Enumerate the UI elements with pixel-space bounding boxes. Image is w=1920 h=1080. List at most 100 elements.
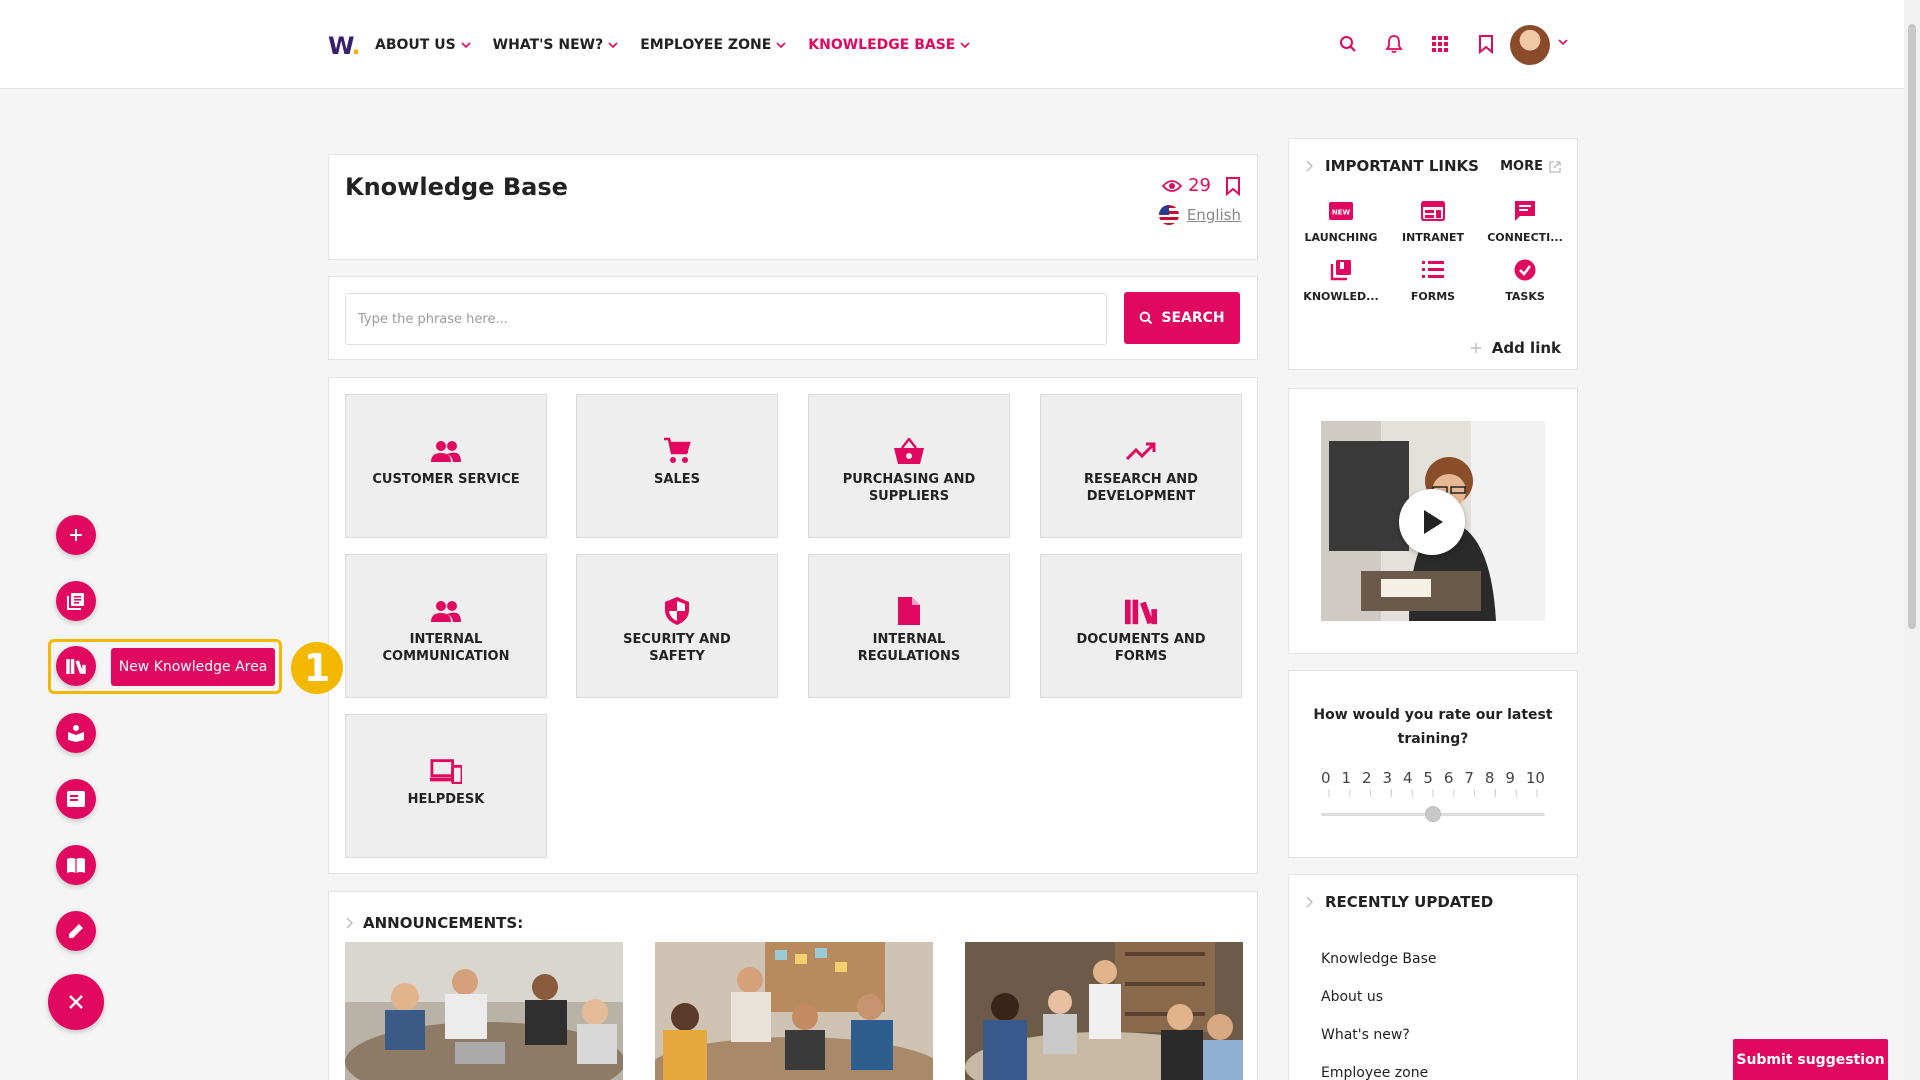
new-page-button[interactable] [56,779,96,819]
area-tile-customer-service[interactable]: CUSTOMER SERVICE [345,394,547,538]
reading-person-icon [68,725,84,742]
new-article-button[interactable] [56,581,96,621]
link-intranet[interactable]: INTRANET [1387,199,1479,244]
bookmark-icon[interactable] [1463,30,1509,58]
announcement-image[interactable] [345,942,623,1080]
search-button-label: SEARCH [1161,310,1225,326]
area-tile-documents-and-forms[interactable]: DOCUMENTS AND FORMS [1040,554,1242,698]
rating-option[interactable]: 2 [1362,769,1372,787]
poll-panel: How would you rate our latest training? … [1288,670,1578,858]
new-training-button[interactable] [56,713,96,753]
plus-icon [70,529,82,541]
list-item[interactable]: About us [1321,989,1437,1027]
important-links-header: IMPORTANT LINKS [1305,157,1479,175]
bookmark-icon[interactable] [1225,176,1241,196]
trending-up-icon [1125,437,1157,465]
area-tile-internal-communication[interactable]: INTERNAL COMMUNICATION [345,554,547,698]
new-book-button[interactable] [56,845,96,885]
rating-option[interactable]: 7 [1464,769,1474,787]
area-tile-label: INTERNAL COMMUNICATION [382,632,510,664]
nav-knowledge-base[interactable]: KNOWLEDGE BASE [808,37,970,53]
bell-icon[interactable] [1371,30,1417,58]
nav-employee-zone[interactable]: EMPLOYEE ZONE [640,37,786,53]
play-button[interactable] [1399,489,1465,555]
rating-option[interactable]: 8 [1485,769,1495,787]
list-icon [1421,258,1445,282]
video-thumbnail[interactable] [1321,421,1545,621]
new-knowledge-area-button[interactable]: New Knowledge Area [111,648,275,686]
search-icon [1139,311,1153,325]
nav-employee-zone-label: EMPLOYEE ZONE [640,36,772,53]
rating-option[interactable]: 3 [1382,769,1392,787]
us-flag-icon [1158,205,1179,225]
apps-grid-icon[interactable] [1417,30,1463,58]
search-panel: SEARCH [328,276,1258,360]
nav-whats-new[interactable]: WHAT'S NEW? [493,37,619,53]
area-tile-label: HELPDESK [407,792,485,807]
search-icon[interactable] [1325,30,1371,58]
link-connections[interactable]: CONNECTI... [1479,199,1571,244]
more-links-link[interactable]: MORE [1500,159,1561,174]
main-nav: ABOUT US WHAT'S NEW? EMPLOYEE ZONE KNOWL… [375,0,970,89]
library-icon [66,659,86,674]
rating-option[interactable]: 10 [1526,769,1545,787]
recently-updated-panel: RECENTLY UPDATED Knowledge Base About us… [1288,874,1578,1080]
rating-scale: 0 1 2 3 4 5 6 7 8 9 10 [1321,769,1545,787]
chevron-down-icon [461,41,471,48]
company-logo[interactable]: W. [328,32,361,60]
recently-updated-title: RECENTLY UPDATED [1325,893,1494,911]
edit-button[interactable] [56,911,96,951]
close-icon [69,995,83,1009]
area-tile-sales[interactable]: SALES [576,394,778,538]
area-tile-internal-regulations[interactable]: INTERNAL REGULATIONS [808,554,1010,698]
link-tasks[interactable]: TASKS [1479,258,1571,303]
submit-suggestion-button[interactable]: Submit suggestion [1733,1039,1888,1080]
link-launching[interactable]: NEW LAUNCHING [1295,199,1387,244]
cart-icon [661,437,693,465]
rating-option[interactable]: 6 [1444,769,1454,787]
devices-icon [430,757,462,785]
close-actions-button[interactable] [48,974,104,1030]
area-tile-purchasing-and-suppliers[interactable]: PURCHASING AND SUPPLIERS [808,394,1010,538]
check-circle-icon [1513,258,1537,282]
add-button[interactable] [56,515,96,555]
library-books-icon [1329,258,1353,282]
list-item[interactable]: Knowledge Base [1321,951,1437,989]
web-icon [1421,199,1445,223]
rating-slider-handle[interactable] [1425,806,1441,822]
chevron-right-icon [1306,896,1313,908]
link-knowledge[interactable]: KNOWLED... [1295,258,1387,303]
page-scrollbar-thumb[interactable] [1908,24,1916,629]
list-item[interactable]: What's new? [1321,1027,1437,1065]
area-tile-helpdesk[interactable]: HELPDESK [345,714,547,858]
user-avatar[interactable] [1510,25,1550,65]
search-input[interactable] [345,293,1107,345]
new-knowledge-area-fab[interactable] [56,646,96,686]
nav-about-us[interactable]: ABOUT US [375,37,471,53]
link-label: INTRANET [1401,231,1464,244]
rating-option[interactable]: 4 [1403,769,1413,787]
list-item[interactable]: Employee zone [1321,1065,1437,1080]
rating-option[interactable]: 5 [1423,769,1433,787]
language-switcher[interactable]: English [1158,205,1241,225]
link-forms[interactable]: FORMS [1387,258,1479,303]
area-tile-label: CUSTOMER SERVICE [372,472,520,487]
chevron-down-icon[interactable] [1557,37,1569,47]
area-tile-research-and-development[interactable]: RESEARCH AND DEVELOPMENT [1040,394,1242,538]
rating-option[interactable]: 9 [1505,769,1515,787]
area-tile-security-and-safety[interactable]: SECURITY AND SAFETY [576,554,778,698]
announcement-image[interactable] [655,942,933,1080]
announcement-image[interactable] [965,942,1243,1080]
page-header-panel: Knowledge Base 29 English [328,154,1258,260]
link-label: CONNECTI... [1487,231,1563,244]
announcements-panel: ANNOUNCEMENTS: [328,891,1258,1080]
shield-icon [661,597,693,625]
search-button[interactable]: SEARCH [1124,292,1240,344]
svg-text:NEW: NEW [1332,209,1351,217]
link-label: TASKS [1505,290,1545,303]
area-tile-label: RESEARCH AND DEVELOPMENT [1084,472,1198,504]
rating-option[interactable]: 0 [1321,769,1331,787]
chat-icon [1513,199,1537,223]
rating-option[interactable]: 1 [1341,769,1351,787]
add-link-button[interactable]: Add link [1470,339,1561,357]
